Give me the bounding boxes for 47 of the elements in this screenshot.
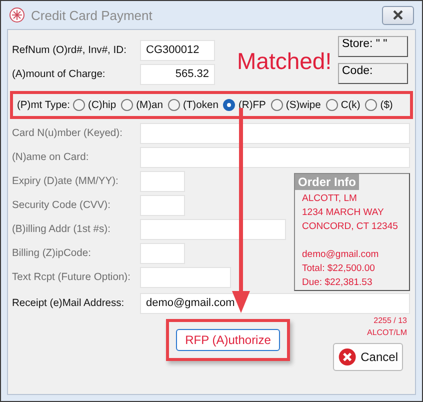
window-title: Credit Card Payment (31, 8, 154, 22)
cancel-icon (338, 346, 357, 368)
field-label: Card N(u)mber (Keyed): (12, 128, 124, 138)
panel-title: Order Info (295, 174, 360, 190)
authorize-button[interactable]: RFP (A)uthorize (176, 329, 280, 351)
radio-button[interactable] (121, 99, 134, 111)
radio-label[interactable]: (C)hip (88, 100, 118, 110)
radio-button[interactable] (73, 99, 86, 111)
radio-button[interactable] (223, 99, 236, 111)
field-label: Billing (Z)ipCode: (12, 248, 92, 258)
radio-label[interactable]: (T)oken (182, 100, 220, 110)
field-label: Receipt (e)Mail Address: (12, 298, 126, 308)
match-status: Matched! (237, 48, 332, 76)
radio-button[interactable] (270, 99, 283, 111)
order-info-line: CONCORD, CT 12345 (302, 220, 399, 234)
order-info-line: demo@gmail.com (302, 248, 380, 262)
field-label: (B)illing Addr (1st #s): (12, 224, 112, 234)
close-button[interactable] (382, 6, 414, 24)
radio-button[interactable] (168, 99, 180, 111)
input-field[interactable]: demo@gmail.com (140, 292, 410, 314)
radio-button[interactable] (326, 99, 338, 111)
radio-label[interactable]: (M)an (136, 100, 165, 110)
field-label: Text Rcpt (Future Option): (12, 272, 132, 282)
field-label: Expiry (D)ate (MM/YY): (12, 176, 120, 186)
input-field[interactable]: 565.32 (140, 64, 215, 84)
radio-label[interactable]: (R)FP (238, 100, 268, 110)
field-label: (P)mt Type: (17, 100, 70, 110)
field-label: (N)ame on Card: (12, 152, 90, 162)
reference-text: 2255 / 13 (374, 315, 407, 327)
field-label: Security Code (CVV): (12, 200, 112, 210)
radio-button[interactable] (365, 99, 378, 111)
input-field[interactable]: CG300012 (140, 40, 215, 60)
order-info-line: ALCOTT, LM (302, 192, 358, 206)
order-info-line: 1234 MARCH WAY (302, 206, 385, 220)
radio-label[interactable]: (S)wipe (286, 100, 323, 110)
order-info-line: Due: $22,381.53 (302, 276, 374, 290)
cancel-button[interactable]: Cancel (333, 343, 403, 371)
reference-text: ALCOT/LM (366, 327, 407, 339)
app-logo-icon (9, 7, 25, 23)
radio-label[interactable]: C(k) (340, 100, 362, 110)
info-button[interactable]: Store: " " (338, 36, 408, 57)
field-label: (A)mount of Charge: (12, 68, 106, 80)
close-icon (392, 10, 404, 20)
info-button[interactable]: Code: (338, 63, 408, 84)
field-label: RefNum (O)rd#, Inv#, ID: (12, 44, 128, 56)
order-info-line: Total: $22,500.00 (302, 262, 376, 276)
radio-label[interactable]: ($) (380, 100, 395, 110)
